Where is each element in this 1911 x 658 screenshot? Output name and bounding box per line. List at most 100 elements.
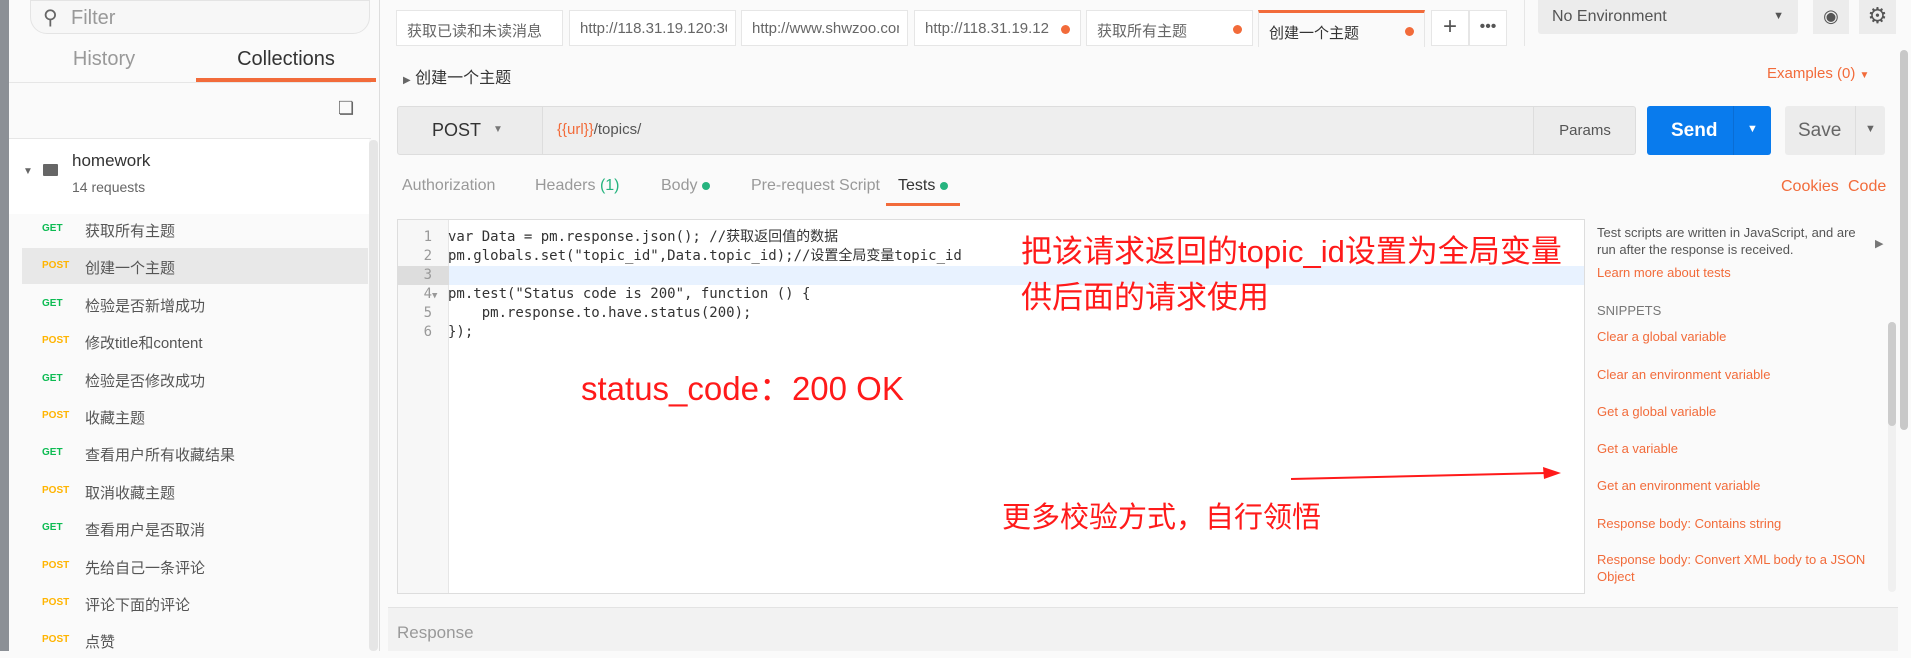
unsaved-dot (1405, 27, 1414, 36)
sidebar-request-item[interactable]: GET 检验是否新增成功 (22, 286, 368, 322)
code-line: 4▼ pm.test("Status code is 200", function… (398, 285, 962, 304)
request-name: 获取所有主题 (85, 223, 176, 240)
sidebar-scrollbar[interactable] (369, 140, 378, 651)
new-tab-button[interactable]: + (1431, 10, 1469, 46)
method-badge: POST (42, 597, 70, 608)
request-tab[interactable]: 创建一个主题 (1258, 10, 1425, 47)
sidebar-request-item[interactable]: POST 评论下面的评论 (22, 585, 368, 621)
divider (1855, 106, 1856, 155)
sidebar-request-item[interactable]: POST 创建一个主题 (22, 248, 368, 285)
collection-homework[interactable]: ▼ homework 14 requests (9, 139, 369, 214)
sidebar-request-item[interactable]: POST 取消收藏主题 (22, 473, 368, 509)
sidebar-request-item[interactable]: GET 检验是否修改成功 (22, 361, 368, 397)
collapse-panel-icon[interactable]: ▶ (1875, 237, 1883, 250)
snippet-link[interactable]: Clear a global variable (1597, 328, 1867, 345)
examples-dropdown[interactable]: Examples (0) ▼ (1767, 65, 1869, 82)
sidebar-request-item[interactable]: POST 修改title和content (22, 323, 368, 359)
method-value: POST (432, 120, 482, 140)
main-scrollbar[interactable] (1900, 50, 1908, 430)
snippet-link[interactable]: Get a global variable (1597, 403, 1867, 420)
sidebar-request-item[interactable]: POST 收藏主题 (22, 398, 368, 434)
sidebar-request-item[interactable]: POST 先给自己一条评论 (22, 548, 368, 584)
gear-icon[interactable]: ⚙ (1859, 0, 1896, 34)
tab-label: http://118.31.19.12 (925, 20, 1049, 37)
new-collection-icon[interactable]: ❏ (338, 98, 360, 120)
caret-right-icon: ▶ (403, 75, 411, 86)
code-line: 5 pm.response.to.have.status(200); (398, 304, 962, 323)
code-line: 2 pm.globals.set("topic_id",Data.topic_id… (398, 247, 962, 266)
snippet-link[interactable]: Get an environment variable (1597, 477, 1867, 494)
tab-history[interactable]: History (14, 48, 194, 82)
request-name: 取消收藏主题 (85, 484, 176, 502)
cookies-link[interactable]: Cookies (1781, 178, 1839, 196)
sidebar-request-item[interactable]: POST 点赞 (22, 622, 368, 658)
tab-body[interactable]: Body (661, 177, 710, 195)
request-name: 评论下面的评论 (85, 597, 191, 614)
request-tab[interactable]: http://www.shwzoo.com (741, 10, 908, 46)
chevron-down-icon[interactable]: ▼ (1747, 123, 1758, 135)
request-name: 查看用户是否取消 (85, 522, 206, 540)
code-text: pm.globals.set("topic_id",Data.topic_id)… (448, 248, 962, 264)
code-line: 1 var Data = pm.response.json(); //获取返回值的… (398, 228, 962, 247)
method-select[interactable]: POST ▼ (397, 106, 542, 155)
headers-label: Headers (535, 177, 596, 194)
snippet-link[interactable]: Get a variable (1597, 440, 1867, 457)
snippets-scrollbar[interactable] (1888, 322, 1896, 592)
learn-more-link[interactable]: Learn more about tests (1597, 265, 1731, 280)
request-tab[interactable]: http://118.31.19.120:3000 (569, 10, 736, 46)
filter-placeholder: Filter (71, 7, 116, 29)
code-text: pm.test("Status code is 200", function (… (448, 286, 811, 302)
tests-editor[interactable]: 1 var Data = pm.response.json(); //获取返回值的… (397, 219, 1585, 594)
save-label: Save (1798, 120, 1842, 141)
folder-icon (43, 164, 58, 176)
code-link[interactable]: Code (1848, 178, 1886, 196)
more-tabs-icon[interactable]: ••• (1469, 10, 1507, 46)
send-button[interactable]: Send ▼ (1647, 106, 1771, 155)
sidebar-request-item[interactable]: GET 查看用户所有收藏结果 (22, 435, 368, 471)
tab-tests[interactable]: Tests (886, 177, 960, 206)
request-name: 收藏主题 (85, 410, 146, 427)
send-label: Send (1671, 120, 1718, 141)
scrollbar-thumb[interactable] (1888, 322, 1896, 426)
url-input[interactable]: {{url}}/topics/ (542, 107, 1533, 154)
code-text: var Data = pm.response.json(); //获取返回值的数… (448, 229, 839, 245)
environment-select[interactable]: No Environment ▼ (1538, 0, 1798, 34)
method-badge: POST (42, 410, 70, 421)
eye-icon[interactable]: ◉ (1813, 0, 1849, 34)
line-number: 4 (423, 286, 432, 302)
status-dot (701, 182, 710, 190)
response-pane: Response (388, 607, 1898, 651)
line-number: 6 (423, 324, 432, 340)
method-badge: POST (42, 484, 70, 496)
filter-input[interactable]: ⚲ Filter (30, 0, 370, 34)
request-tab[interactable]: 获取所有主题 (1086, 10, 1253, 46)
tab-authorization[interactable]: Authorization (402, 177, 495, 195)
request-tab[interactable]: http://118.31.19.12 (914, 10, 1081, 46)
sidebar-request-item[interactable]: GET 获取所有主题 (22, 211, 368, 247)
method-badge: GET (42, 223, 63, 234)
caret-down-icon[interactable]: ▼ (23, 166, 33, 177)
environment-value: No Environment (1552, 8, 1667, 25)
snippet-link[interactable]: Response body: Convert XML body to a JSO… (1597, 551, 1867, 585)
unsaved-dot (1233, 25, 1242, 34)
request-title[interactable]: ▶ 创建一个主题 (403, 64, 511, 88)
tab-pre-request-script[interactable]: Pre-request Script (751, 177, 880, 195)
method-badge: POST (42, 260, 70, 272)
save-button[interactable]: Save ▼ (1785, 106, 1885, 155)
tab-headers[interactable]: Headers (1) (535, 177, 620, 195)
sidebar-request-item[interactable]: GET 查看用户是否取消 (22, 510, 368, 546)
divider (1524, 0, 1525, 46)
snippet-link[interactable]: Clear an environment variable (1597, 366, 1867, 383)
code-text: pm.response.to.have.status(200); (448, 305, 752, 321)
annotation-later-requests: 供后面的请求使用 (1021, 280, 1269, 315)
tab-collections[interactable]: Collections (196, 48, 376, 82)
line-number: 2 (423, 248, 432, 264)
params-button[interactable]: Params (1533, 107, 1636, 154)
annotation-more-checks: 更多校验方式，自行领悟 (1002, 502, 1322, 534)
snippet-link[interactable]: Response body: Contains string (1597, 515, 1867, 532)
chevron-down-icon[interactable]: ▼ (1865, 123, 1876, 135)
tests-label: Tests (898, 177, 936, 194)
request-tab[interactable]: 获取已读和未读消息 (396, 10, 563, 46)
request-name: 修改title和content (85, 335, 203, 353)
